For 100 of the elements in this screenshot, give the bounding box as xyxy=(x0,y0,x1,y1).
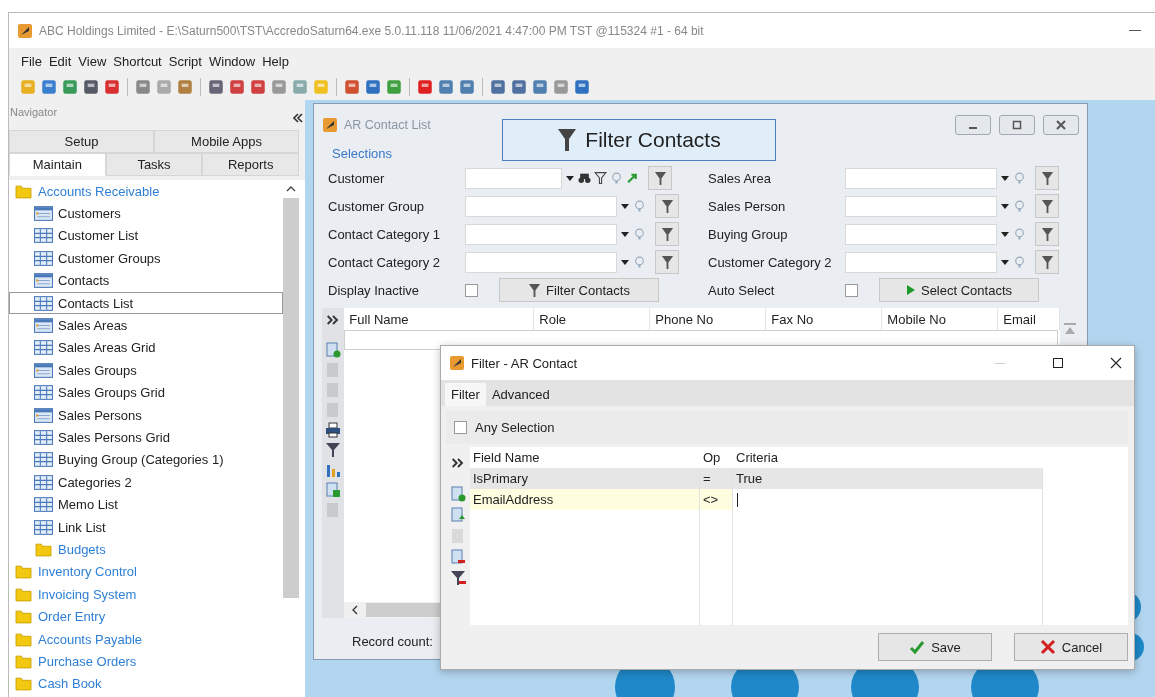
binoculars-icon[interactable] xyxy=(578,171,591,185)
input-field[interactable] xyxy=(465,251,617,273)
filter-button[interactable] xyxy=(655,222,679,246)
tree-item[interactable]: Budgets xyxy=(9,538,283,561)
tree-item[interactable]: Order Entry xyxy=(9,605,283,628)
chart-icon[interactable] xyxy=(325,462,342,478)
tree-item[interactable]: Sales Persons xyxy=(9,403,283,427)
scroll-top-icon[interactable] xyxy=(1062,322,1077,336)
minimize-button[interactable] xyxy=(955,115,991,135)
menu-item[interactable]: Window xyxy=(208,53,256,69)
input-field[interactable] xyxy=(845,167,997,189)
caret-icon[interactable] xyxy=(565,173,575,183)
add-row-icon[interactable] xyxy=(450,486,466,502)
filter-button[interactable] xyxy=(1035,166,1059,190)
tree-item[interactable]: Customer List xyxy=(9,224,283,248)
table-row[interactable]: IsPrimary = True xyxy=(470,468,1043,489)
tree-item[interactable]: Contacts xyxy=(9,269,283,292)
filter-icon[interactable] xyxy=(325,442,342,458)
collapse-icon[interactable] xyxy=(293,113,303,123)
tree-item[interactable]: Invoicing System xyxy=(9,583,283,606)
menu-item[interactable]: File xyxy=(21,53,42,69)
filter-button[interactable] xyxy=(648,166,672,190)
filter-button[interactable] xyxy=(1035,194,1059,218)
caret-icon[interactable] xyxy=(1000,229,1010,239)
menu-item[interactable]: Help xyxy=(262,53,289,69)
tree-item[interactable]: Sales Persons Grid xyxy=(9,426,283,449)
caret-icon[interactable] xyxy=(1000,173,1010,183)
tree-item[interactable]: Cash Book xyxy=(9,672,283,695)
tab[interactable]: Reports xyxy=(202,153,299,176)
close-button[interactable] xyxy=(1043,115,1079,135)
input-field[interactable] xyxy=(465,195,617,217)
scroll-left-icon[interactable] xyxy=(352,605,359,615)
column-header[interactable]: Phone No xyxy=(650,308,767,330)
menu-item[interactable]: View xyxy=(78,53,107,69)
minimize-icon[interactable] xyxy=(1129,29,1141,32)
maximize-icon[interactable] xyxy=(1052,357,1064,369)
tab[interactable]: Tasks xyxy=(105,153,203,176)
tree-item[interactable]: Sales Groups xyxy=(9,359,283,382)
tree-item[interactable]: Accounts Receivable xyxy=(9,180,283,203)
filter-contacts-button[interactable]: Filter Contacts xyxy=(499,278,659,302)
printer-icon[interactable] xyxy=(325,422,342,438)
filter-button[interactable] xyxy=(1035,250,1059,274)
column-header[interactable]: Mobile No xyxy=(882,308,999,330)
input-field[interactable] xyxy=(845,223,997,245)
caret-icon[interactable] xyxy=(620,201,630,211)
scroll-up-icon[interactable] xyxy=(286,186,296,192)
delete-row-icon[interactable] xyxy=(450,549,466,565)
add-row-icon[interactable] xyxy=(325,342,342,358)
column-header[interactable]: Role xyxy=(534,308,651,330)
insert-row-icon[interactable] xyxy=(450,507,466,523)
tab[interactable]: Advanced xyxy=(485,383,556,406)
tree-item[interactable]: Sales Areas Grid xyxy=(9,336,283,360)
restore-button[interactable] xyxy=(999,115,1035,135)
section-link[interactable]: Selections xyxy=(332,146,392,161)
tree-item[interactable]: Contacts List xyxy=(9,291,283,315)
tree-item[interactable]: Categories 2 xyxy=(9,471,283,494)
tab[interactable]: Mobile Apps xyxy=(154,130,299,153)
input-field[interactable] xyxy=(465,167,562,189)
caret-icon[interactable] xyxy=(620,229,630,239)
caret-icon[interactable] xyxy=(620,257,630,267)
column-header[interactable]: Op xyxy=(700,447,733,468)
arrow-icon[interactable] xyxy=(626,171,639,185)
filter-icon[interactable] xyxy=(594,171,607,185)
tree-item[interactable]: Sales Groups Grid xyxy=(9,381,283,404)
column-header[interactable]: Email xyxy=(998,308,1061,330)
tree-item[interactable]: Customer Groups xyxy=(9,247,283,270)
export-icon[interactable] xyxy=(325,482,342,498)
column-header[interactable]: Criteria xyxy=(733,447,1043,468)
checkbox[interactable] xyxy=(845,283,858,297)
tree-item[interactable]: Customers xyxy=(9,202,283,225)
tree-item[interactable]: Accounts Payable xyxy=(9,627,283,651)
filter-button[interactable] xyxy=(655,250,679,274)
tab[interactable]: Setup xyxy=(9,130,154,153)
caret-icon[interactable] xyxy=(1000,201,1010,211)
save-button[interactable]: Save xyxy=(878,633,992,661)
column-header[interactable]: Full Name xyxy=(344,308,535,330)
filter-button[interactable] xyxy=(1035,222,1059,246)
cancel-button[interactable]: Cancel xyxy=(1014,633,1128,661)
scrollbar-thumb[interactable] xyxy=(283,198,299,598)
tree-item[interactable]: Inventory Control xyxy=(9,560,283,584)
tab[interactable]: Maintain xyxy=(9,153,106,176)
filter-remove-icon[interactable] xyxy=(450,570,466,586)
menu-item[interactable]: Edit xyxy=(48,53,72,69)
caret-icon[interactable] xyxy=(1000,257,1010,267)
select-contacts-button[interactable]: Select Contacts xyxy=(879,278,1039,302)
checkbox[interactable] xyxy=(465,283,478,297)
menu-item[interactable]: Shortcut xyxy=(113,53,162,69)
input-field[interactable] xyxy=(465,223,617,245)
tree-item[interactable]: Memo List xyxy=(9,493,283,516)
tree-item[interactable]: Purchase Orders xyxy=(9,650,283,673)
input-field[interactable] xyxy=(845,251,997,273)
tree-item[interactable]: Sales Areas xyxy=(9,314,283,337)
tree-item[interactable]: Link List xyxy=(9,515,283,539)
tab[interactable]: Filter xyxy=(445,383,486,406)
filter-button[interactable] xyxy=(655,194,679,218)
column-header[interactable]: Field Name xyxy=(470,447,700,468)
input-field[interactable] xyxy=(845,195,997,217)
menu-item[interactable]: Script xyxy=(168,53,202,69)
column-header[interactable]: Fax No xyxy=(766,308,883,330)
table-row[interactable]: EmailAddress <> xyxy=(470,489,1043,510)
